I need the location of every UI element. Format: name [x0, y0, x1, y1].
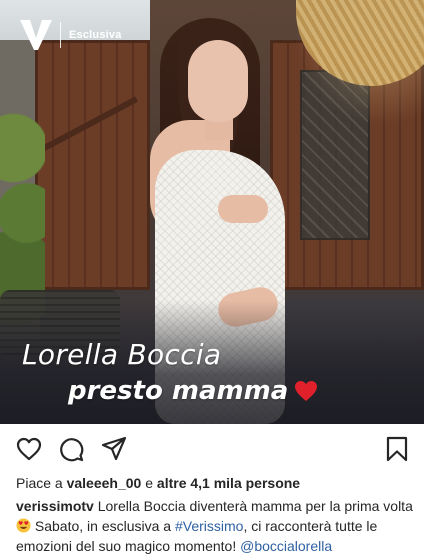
action-bar — [0, 430, 424, 468]
share-button[interactable] — [101, 436, 127, 462]
mention-link[interactable]: @boccialorella — [240, 538, 332, 554]
likes-prefix: Piace a — [16, 475, 67, 491]
brand-tag: Esclusiva — [69, 29, 122, 41]
like-button[interactable] — [16, 436, 42, 462]
comment-icon — [60, 438, 84, 462]
share-icon — [101, 436, 127, 461]
caption-username[interactable]: verissimotv — [16, 498, 94, 514]
save-button[interactable] — [384, 436, 410, 462]
bookmark-icon — [386, 436, 408, 462]
heart-eyes-emoji-icon — [16, 518, 31, 533]
background-door — [35, 40, 150, 290]
red-heart-icon — [295, 381, 318, 401]
post-image[interactable]: Esclusiva Lorella Boccia presto mamma — [0, 0, 424, 424]
verissimo-logo-icon — [20, 20, 52, 50]
heart-icon — [16, 437, 42, 461]
person-face — [188, 40, 248, 122]
caption-text-1: Lorella Boccia diventerà mamma per la pr… — [93, 498, 413, 514]
liked-by-user-link[interactable]: valeeeh_00 — [67, 475, 142, 491]
post-subline-text: presto mamma — [68, 376, 289, 406]
brand-badge: Esclusiva — [18, 18, 122, 52]
likes-summary[interactable]: Piace a valeeeh_00 e altre 4,1 mila pers… — [16, 475, 300, 491]
post-caption: verissimotv Lorella Boccia diventerà mam… — [16, 496, 416, 556]
brand-divider — [60, 22, 61, 48]
likes-middle: e — [141, 475, 157, 491]
caption-text-2: Sabato, in esclusiva a — [31, 518, 175, 534]
hashtag-link[interactable]: #Verissimo — [175, 518, 243, 534]
post-subline: presto mamma — [68, 376, 318, 406]
comment-button[interactable] — [58, 436, 84, 462]
person-hand — [218, 195, 268, 223]
post-headline: Lorella Boccia — [22, 338, 222, 371]
likes-count-link[interactable]: altre 4,1 mila persone — [157, 475, 300, 491]
